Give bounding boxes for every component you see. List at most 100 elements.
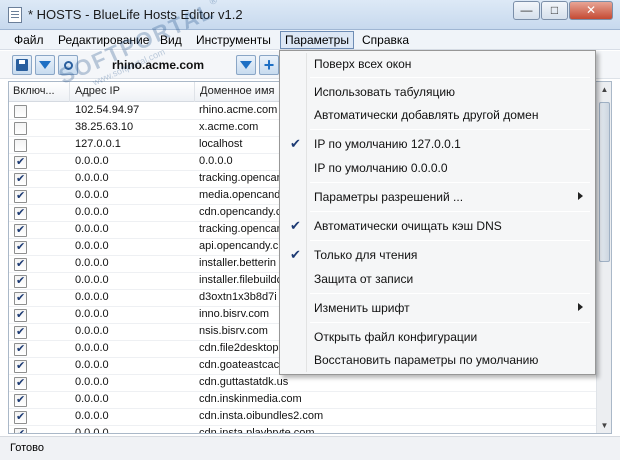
enabled-checkbox[interactable] [14,359,27,373]
enabled-checkbox[interactable] [14,274,27,288]
domain-cell[interactable]: x.acme.com [199,121,258,133]
menu-view[interactable]: Вид [156,32,186,48]
domain-cell[interactable]: inno.bisrv.com [199,308,269,320]
ip-cell[interactable]: 0.0.0.0 [75,257,109,269]
menu-item-settings-option[interactable]: ✔ Автоматически очищать кэш DNS [282,215,593,237]
ip-cell[interactable]: 0.0.0.0 [75,393,109,405]
enabled-checkbox[interactable] [14,291,27,305]
enabled-checkbox[interactable] [14,189,27,203]
menu-item-settings-option[interactable]: ✔ Только для чтения [282,244,593,266]
import-button[interactable] [35,55,55,75]
enabled-checkbox[interactable] [14,122,27,135]
ip-cell[interactable]: 0.0.0.0 [75,410,109,422]
ip-cell[interactable]: 0.0.0.0 [75,342,109,354]
domain-cell[interactable]: cdn.guttastatdk.us [199,376,288,388]
scroll-thumb[interactable] [599,102,610,262]
enabled-checkbox[interactable] [14,427,27,433]
domain-cell[interactable]: cdn.goateastcac [199,359,279,371]
enabled-checkbox[interactable] [14,376,27,390]
domain-cell[interactable]: api.opencandy.c [199,240,278,252]
enabled-checkbox[interactable] [14,139,27,152]
table-row[interactable]: 0.0.0.0 cdn.insta.oibundles2.com [9,409,611,426]
column-header-domain[interactable]: Доменное имя [200,85,274,97]
domain-cell[interactable]: installer.filebuildc [199,274,282,286]
domain-cell[interactable]: nsis.bisrv.com [199,325,268,337]
ip-cell[interactable]: 0.0.0.0 [75,427,109,433]
domain-cell[interactable]: cdn.insta.playbryte.com [199,427,315,433]
menu-tools[interactable]: Инструменты [192,32,275,48]
domain-cell[interactable]: tracking.opencan [199,223,283,235]
current-host-label: rhino.acme.com [112,58,205,72]
menu-item-settings-option[interactable]: IP по умолчанию 0.0.0.0 [282,157,593,179]
enabled-checkbox[interactable] [14,105,27,118]
domain-cell[interactable]: localhost [199,138,242,150]
domain-cell[interactable]: rhino.acme.com [199,104,277,116]
ip-cell[interactable]: 0.0.0.0 [75,274,109,286]
menu-item-settings-option[interactable]: ✔ IP по умолчанию 127.0.0.1 [282,133,593,155]
enabled-checkbox[interactable] [14,410,27,424]
vertical-scrollbar[interactable]: ▲ ▼ [596,82,611,433]
domain-cell[interactable]: cdn.insta.oibundles2.com [199,410,323,422]
enabled-checkbox[interactable] [14,172,27,186]
menu-item-settings-option[interactable]: Изменить шрифт [282,297,593,319]
enabled-checkbox[interactable] [14,342,27,356]
enabled-checkbox[interactable] [14,393,27,407]
menu-help[interactable]: Справка [358,32,413,48]
close-button[interactable]: ✕ [569,1,613,20]
menu-item-settings-option[interactable]: Защита от записи [282,268,593,290]
menu-item-settings-option[interactable]: Параметры разрешений ... [282,186,593,208]
menu-edit[interactable]: Редактирование [54,32,153,48]
ip-cell[interactable]: 0.0.0.0 [75,308,109,320]
save-button[interactable] [12,55,32,75]
menu-item-settings-option[interactable]: Восстановить параметры по умолчанию [282,349,593,371]
column-divider[interactable] [69,82,70,102]
enabled-checkbox[interactable] [14,240,27,254]
ip-cell[interactable]: 0.0.0.0 [75,223,109,235]
domain-cell[interactable]: media.opencand [199,189,280,201]
enabled-checkbox[interactable] [14,223,27,237]
domain-cell[interactable]: cdn.file2desktop [199,342,279,354]
enabled-checkbox[interactable] [14,206,27,220]
ip-cell[interactable]: 0.0.0.0 [75,172,109,184]
add-entry-button[interactable]: + [259,55,279,75]
scroll-up-icon[interactable]: ▲ [597,82,611,97]
ip-cell[interactable]: 102.54.94.97 [75,104,139,116]
minimize-button[interactable]: — [513,1,540,20]
domain-cell[interactable]: d3oxtn1x3b8d7i [199,291,277,303]
ip-cell[interactable]: 0.0.0.0 [75,291,109,303]
scroll-down-icon[interactable]: ▼ [597,418,611,433]
ip-cell[interactable]: 0.0.0.0 [75,189,109,201]
table-row[interactable]: 0.0.0.0 cdn.guttastatdk.us [9,375,611,392]
domain-cell[interactable]: tracking.opencan [199,172,283,184]
domain-cell[interactable]: cdn.opencandy.c [199,206,281,218]
ip-cell[interactable]: 127.0.0.1 [75,138,121,150]
domain-cell[interactable]: cdn.inskinmedia.com [199,393,302,405]
column-header-ip[interactable]: Адрес IP [75,85,120,97]
ip-cell[interactable]: 38.25.63.10 [75,121,133,133]
column-divider[interactable] [194,82,195,102]
column-header-enabled[interactable]: Включ... [13,85,55,97]
table-row[interactable]: 0.0.0.0 cdn.insta.playbryte.com [9,426,611,433]
menu-item-settings-option[interactable]: Открыть файл конфигурации [282,326,593,348]
menu-item-settings-option[interactable]: Поверх всех окон [282,53,593,75]
menu-item-settings-option[interactable]: Автоматически добавлять другой домен [282,104,593,126]
ip-cell[interactable]: 0.0.0.0 [75,325,109,337]
domain-cell[interactable]: installer.betterin [199,257,276,269]
table-row[interactable]: 0.0.0.0 cdn.inskinmedia.com [9,392,611,409]
ip-cell[interactable]: 0.0.0.0 [75,240,109,252]
enabled-checkbox[interactable] [14,308,27,322]
enabled-checkbox[interactable] [14,257,27,271]
ip-cell[interactable]: 0.0.0.0 [75,206,109,218]
enabled-checkbox[interactable] [14,325,27,339]
search-button[interactable] [58,55,78,75]
enabled-checkbox[interactable] [14,155,27,169]
menu-item-settings-option[interactable]: Использовать табуляцию [282,81,593,103]
menu-file[interactable]: Файл [10,32,48,48]
domain-cell[interactable]: 0.0.0.0 [199,155,233,167]
maximize-button[interactable]: □ [541,1,568,20]
menu-settings[interactable]: Параметры [280,31,354,49]
ip-cell[interactable]: 0.0.0.0 [75,376,109,388]
move-down-button[interactable] [236,55,256,75]
ip-cell[interactable]: 0.0.0.0 [75,155,109,167]
ip-cell[interactable]: 0.0.0.0 [75,359,109,371]
